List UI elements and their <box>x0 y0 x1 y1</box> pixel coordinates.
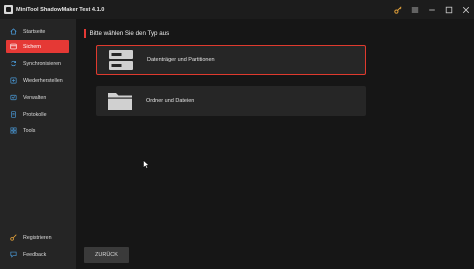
main-panel: Bitte wählen Sie den Typ aus Datenträger… <box>76 19 474 269</box>
title-bar: MiniTool ShadowMaker Test 4.1.0 <box>0 0 474 19</box>
menu-icon[interactable] <box>410 5 419 14</box>
window-title: MiniTool ShadowMaker Test 4.1.0 <box>16 6 105 13</box>
option-folders-files[interactable]: Ordner und Dateien <box>96 86 366 116</box>
maximize-icon[interactable] <box>444 5 453 14</box>
sync-icon <box>10 60 17 67</box>
backup-icon <box>10 43 17 50</box>
app-logo-icon <box>4 5 13 14</box>
sidebar-item-label: Verwalten <box>23 94 47 101</box>
sidebar-item-wiederherstellen[interactable]: Wiederherstellen <box>6 74 69 87</box>
section-heading: Bitte wählen Sie den Typ aus <box>84 28 466 39</box>
feedback-icon <box>10 251 17 258</box>
log-icon <box>10 111 17 118</box>
sidebar-item-label: Protokolle <box>23 111 47 118</box>
heading-accent <box>84 29 86 38</box>
sidebar-item-label: Synchronisieren <box>23 60 61 67</box>
minimize-icon[interactable] <box>427 5 436 14</box>
sidebar: Startseite Sichern Synchronisieren Wiede… <box>0 19 76 269</box>
mouse-cursor-icon <box>143 160 150 169</box>
sidebar-item-label: Wiederherstellen <box>23 77 63 84</box>
sidebar-item-label: Tools <box>23 127 36 134</box>
option-label: Datenträger und Partitionen <box>147 57 215 63</box>
sidebar-item-label: Registrieren <box>23 234 52 241</box>
manage-icon <box>10 94 17 101</box>
page-title: Bitte wählen Sie den Typ aus <box>89 30 170 37</box>
window-controls <box>393 0 470 19</box>
sidebar-item-synchronisieren[interactable]: Synchronisieren <box>6 57 69 70</box>
sidebar-item-protokolle[interactable]: Protokolle <box>6 108 69 121</box>
key-icon <box>10 234 17 241</box>
sidebar-item-startseite[interactable]: Startseite <box>6 25 69 38</box>
sidebar-item-sichern[interactable]: Sichern <box>6 40 69 53</box>
sidebar-item-label: Feedback <box>23 251 47 258</box>
option-label: Ordner und Dateien <box>146 98 195 104</box>
sidebar-item-label: Startseite <box>23 28 46 35</box>
sidebar-item-feedback[interactable]: Feedback <box>6 248 69 261</box>
option-disks-partitions[interactable]: Datenträger und Partitionen <box>96 45 366 75</box>
home-icon <box>10 28 17 35</box>
sidebar-item-label: Sichern <box>23 43 41 50</box>
close-icon[interactable] <box>461 5 470 14</box>
disk-icon <box>108 49 134 71</box>
back-button[interactable]: ZURÜCK <box>84 247 129 263</box>
sidebar-item-tools[interactable]: Tools <box>6 124 69 137</box>
folder-icon <box>107 90 133 112</box>
key-icon[interactable] <box>393 5 402 14</box>
restore-icon <box>10 77 17 84</box>
sidebar-item-verwalten[interactable]: Verwalten <box>6 91 69 104</box>
tools-icon <box>10 127 17 134</box>
sidebar-item-registrieren[interactable]: Registrieren <box>6 231 69 244</box>
